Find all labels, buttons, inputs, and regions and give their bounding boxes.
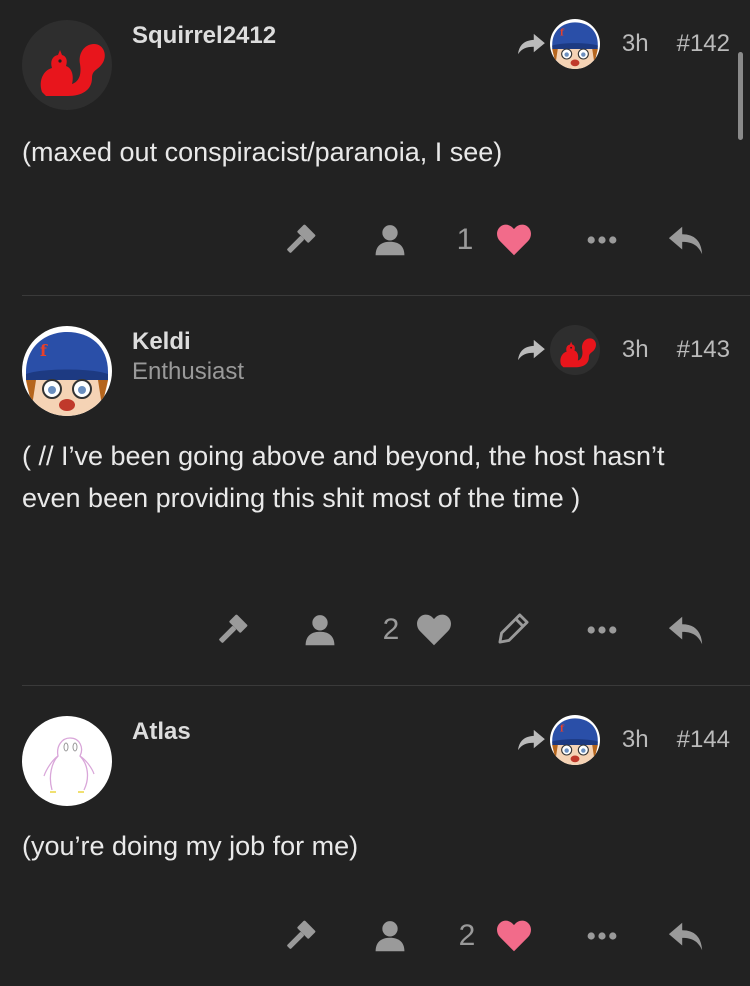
reply-to-avatar[interactable]: [550, 325, 600, 375]
admin-button[interactable]: [370, 220, 410, 260]
share-arrow-icon: [516, 32, 546, 56]
heart-icon: [495, 917, 533, 955]
avatar[interactable]: [22, 716, 112, 806]
admin-button[interactable]: [370, 916, 410, 956]
reply-button[interactable]: [666, 610, 706, 650]
reply-button[interactable]: [666, 916, 706, 956]
heart-icon: [415, 611, 453, 649]
atlas-avatar-icon: [22, 716, 112, 806]
avatar[interactable]: [22, 326, 112, 416]
post-number[interactable]: #142: [677, 30, 730, 58]
post-number[interactable]: #144: [677, 726, 730, 754]
ellipsis-icon: [584, 918, 620, 954]
squirrel-avatar-icon: [550, 325, 600, 375]
user-title: Enthusiast: [132, 358, 245, 385]
post-actions: 2: [0, 916, 750, 956]
reply-to-avatar[interactable]: [550, 19, 600, 69]
post-actions: 1: [0, 220, 750, 260]
like-count-text: 2: [458, 919, 476, 952]
reply-icon: [667, 221, 705, 259]
heart-icon: [495, 221, 533, 259]
more-button[interactable]: [582, 220, 622, 260]
user-icon: [372, 918, 408, 954]
gavel-icon: [214, 612, 250, 648]
post-142: Squirrel2412 3h #142 (maxed out conspira…: [0, 0, 750, 296]
like-count[interactable]: 2: [376, 610, 406, 650]
post-meta: 3h #143: [516, 325, 730, 375]
moderate-button[interactable]: [212, 610, 252, 650]
share-arrow-icon: [516, 728, 546, 752]
edit-button[interactable]: [492, 610, 532, 650]
post-143: Keldi Enthusiast 3h #143 ( // I’ve been …: [0, 296, 750, 686]
like-count[interactable]: 2: [452, 916, 482, 956]
post-meta: 3h #144: [516, 715, 730, 765]
post-time[interactable]: 3h: [622, 336, 649, 364]
post-meta: 3h #142: [516, 19, 730, 69]
post-body: (maxed out conspiracist/paranoia, I see): [22, 137, 503, 167]
pencil-icon: [493, 611, 531, 649]
squirrel-avatar-icon: [22, 20, 112, 110]
like-button[interactable]: [412, 610, 456, 650]
post-time[interactable]: 3h: [622, 726, 649, 754]
reply-button[interactable]: [666, 220, 706, 260]
like-count-text: 2: [382, 613, 400, 646]
like-button[interactable]: [492, 916, 536, 956]
gavel-icon: [282, 918, 318, 954]
like-button[interactable]: [492, 220, 536, 260]
moderate-button[interactable]: [280, 916, 320, 956]
admin-button[interactable]: [300, 610, 340, 650]
reply-to-avatar[interactable]: [550, 715, 600, 765]
post-number[interactable]: #143: [677, 336, 730, 364]
username[interactable]: Keldi: [132, 328, 191, 356]
moderate-button[interactable]: [280, 220, 320, 260]
more-button[interactable]: [582, 916, 622, 956]
post-body: (you’re doing my job for me): [22, 831, 359, 861]
keldi-avatar-icon: [550, 715, 600, 765]
username[interactable]: Squirrel2412: [132, 22, 276, 50]
post-actions: 2: [0, 610, 750, 650]
more-button[interactable]: [582, 610, 622, 650]
reply-icon: [667, 917, 705, 955]
post-time[interactable]: 3h: [622, 30, 649, 58]
user-icon: [372, 222, 408, 258]
post-body: ( // I’ve been going above and beyond, t…: [22, 441, 665, 513]
post-144: Atlas 3h #144 (you’re doing my job for m…: [0, 686, 750, 986]
keldi-avatar-icon: [550, 19, 600, 69]
reply-icon: [667, 611, 705, 649]
avatar[interactable]: [22, 20, 112, 110]
keldi-avatar-icon: [22, 326, 112, 416]
like-count[interactable]: 1: [450, 220, 480, 260]
share-arrow-icon: [516, 338, 546, 362]
ellipsis-icon: [584, 612, 620, 648]
user-icon: [302, 612, 338, 648]
ellipsis-icon: [584, 222, 620, 258]
gavel-icon: [282, 222, 318, 258]
like-count-text: 1: [456, 223, 474, 256]
username[interactable]: Atlas: [132, 718, 191, 746]
